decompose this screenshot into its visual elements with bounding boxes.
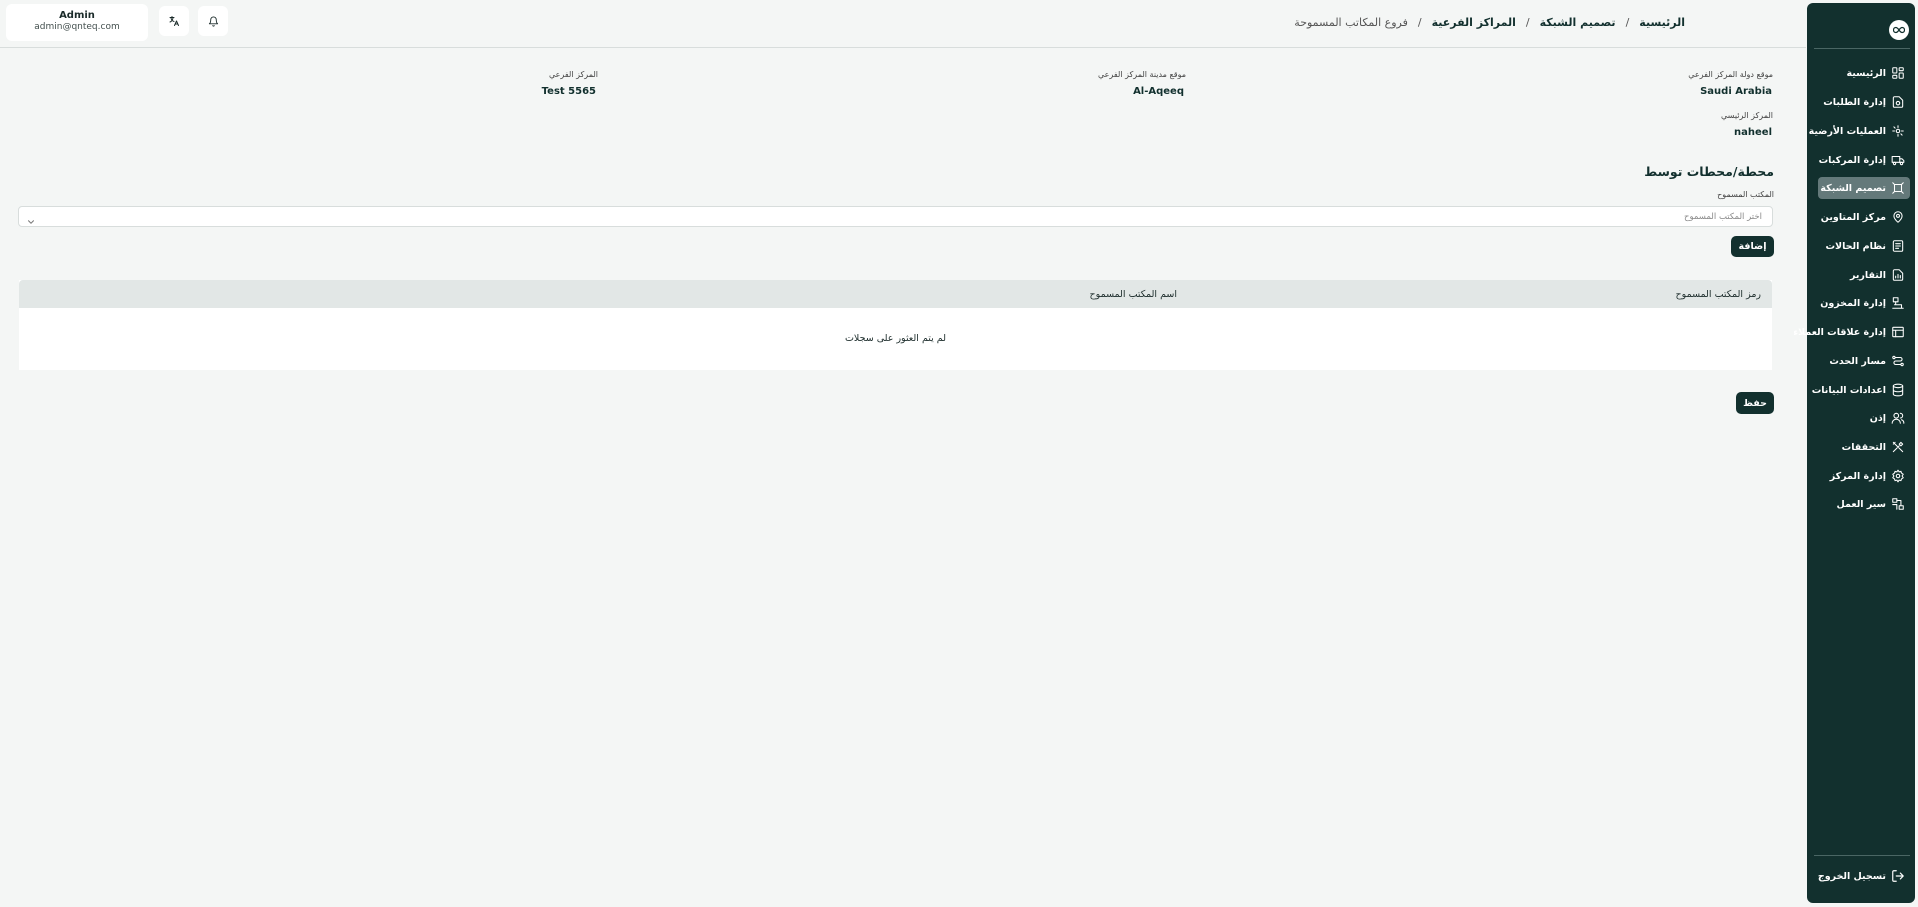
- orders-icon: [1891, 95, 1905, 109]
- translate-icon: [168, 12, 180, 31]
- column-office-name: اسم المكتب المسموح: [1089, 289, 1177, 300]
- truck-icon: [1891, 153, 1905, 167]
- sidebar-item-11[interactable]: مسار الحدث: [1818, 350, 1910, 372]
- crm-icon: [1891, 325, 1905, 339]
- route-icon: [1891, 354, 1905, 368]
- sidebar-item-label: إدارة الطلبات: [1823, 96, 1886, 108]
- allowed-offices-table: رمز المكتب المسموح اسم المكتب المسموح لم…: [19, 280, 1772, 370]
- section-title: محطة/محطات توسط: [1644, 164, 1774, 179]
- breadcrumb-separator: /: [1525, 16, 1530, 29]
- workflow-icon: [1891, 497, 1905, 511]
- notifications-button[interactable]: [198, 6, 228, 36]
- logout-button[interactable]: تسجيل الخروج: [1818, 865, 1910, 887]
- ground-ops-icon: [1891, 124, 1905, 138]
- sidebar-item-label: التحققات: [1841, 441, 1886, 453]
- inventory-icon: [1891, 296, 1905, 310]
- breadcrumb-separator: /: [1625, 16, 1630, 29]
- sidebar-item-label: إدارة المركز: [1829, 470, 1886, 482]
- dashboard-icon: [1891, 66, 1905, 80]
- main-center-value: naheel: [1734, 127, 1772, 138]
- sidebar-item-label: الرئيسية: [1846, 67, 1886, 79]
- sidebar-item-15[interactable]: إدارة المركز: [1818, 465, 1910, 487]
- sidebar-item-13[interactable]: إذن: [1818, 407, 1910, 429]
- select-placeholder: اختر المكتب المسموح: [1684, 212, 1762, 222]
- sidebar-item-5[interactable]: تصميم الشبكة: [1818, 177, 1910, 199]
- breadcrumb-current: فروع المكاتب المسموحة: [1294, 16, 1408, 29]
- top-bar: Admin admin@qnteq.com الرئيسية / تصميم ا…: [0, 0, 1806, 48]
- tools-icon: [1891, 440, 1905, 454]
- sidebar-item-16[interactable]: سير العمل: [1818, 493, 1910, 515]
- logout-label: تسجيل الخروج: [1817, 870, 1886, 882]
- sidebar: الرئيسية إدارة الطلبات العمليات الأرضية إدا…: [1793, 3, 1915, 903]
- user-email: admin@qnteq.com: [34, 22, 120, 32]
- country-value: Saudi Arabia: [1700, 86, 1772, 97]
- database-icon: [1891, 383, 1905, 397]
- user-card[interactable]: Admin admin@qnteq.com: [6, 4, 148, 41]
- sidebar-item-label: إدارة المركبات: [1818, 154, 1886, 166]
- chevron-down-icon: [26, 212, 36, 224]
- sidebar-item-3[interactable]: العمليات الأرضية: [1809, 120, 1910, 142]
- breadcrumb-separator: /: [1417, 16, 1422, 29]
- logo: [1889, 20, 1909, 40]
- sidebar-item-9[interactable]: إدارة المخزون: [1818, 292, 1910, 314]
- location-pin-icon: [1891, 210, 1905, 224]
- sidebar-item-12[interactable]: اعدادات البيانات: [1812, 379, 1910, 401]
- country-label: موقع دولة المركز الفرعي: [1688, 70, 1773, 79]
- sidebar-item-6[interactable]: مركز المتاوين: [1818, 206, 1910, 228]
- breadcrumb: الرئيسية / تصميم الشبكة / المراكز الفرعي…: [1294, 16, 1685, 29]
- sidebar-item-label: اعدادات البيانات: [1811, 384, 1886, 396]
- add-button[interactable]: إضافة: [1731, 236, 1774, 257]
- sidebar-divider: [1814, 855, 1910, 856]
- city-label: موقع مدينة المركز الفرعي: [1097, 70, 1186, 79]
- sidebar-item-label: سير العمل: [1836, 498, 1886, 510]
- user-name: Admin: [59, 10, 95, 21]
- city-value: Al-Aqeeq: [1133, 86, 1184, 97]
- sidebar-item-label: إدارة المخزون: [1820, 297, 1886, 309]
- center-settings-icon: [1891, 469, 1905, 483]
- status-system-icon: [1891, 239, 1905, 253]
- sidebar-item-label: نظام الحالات: [1825, 240, 1886, 252]
- sidebar-item-label: تصميم الشبكة: [1820, 182, 1886, 194]
- bell-icon: [208, 12, 219, 31]
- breadcrumb-network-design[interactable]: تصميم الشبكة: [1540, 16, 1616, 29]
- sidebar-item-8[interactable]: التقارير: [1818, 264, 1910, 286]
- main-center-label: المركز الرئيسي: [1721, 111, 1773, 120]
- breadcrumb-home[interactable]: الرئيسية: [1639, 16, 1685, 29]
- save-button[interactable]: حفظ: [1736, 392, 1774, 414]
- sidebar-divider: [1814, 48, 1910, 49]
- network-icon: [1891, 181, 1905, 195]
- sidebar-item-4[interactable]: إدارة المركبات: [1818, 149, 1910, 171]
- breadcrumb-branch-centers[interactable]: المراكز الفرعية: [1432, 16, 1516, 29]
- sidebar-item-label: مركز المتاوين: [1820, 211, 1886, 223]
- empty-message: لم يتم العثور على سجلات: [844, 333, 947, 344]
- sidebar-item-7[interactable]: نظام الحالات: [1818, 235, 1910, 257]
- sidebar-item-2[interactable]: إدارة الطلبات: [1818, 91, 1910, 113]
- sidebar-item-label: مسار الحدث: [1829, 355, 1886, 367]
- column-office-code: رمز المكتب المسموح: [1675, 289, 1761, 300]
- branch-value: Test 5565: [541, 86, 596, 97]
- allowed-office-label: المكتب المسموح: [1717, 190, 1774, 199]
- table-header: رمز المكتب المسموح اسم المكتب المسموح: [19, 280, 1772, 308]
- sidebar-item-10[interactable]: إدارة علاقات العملاء: [1793, 321, 1910, 343]
- reports-icon: [1891, 268, 1905, 282]
- users-icon: [1891, 411, 1905, 425]
- logout-icon: [1891, 869, 1905, 883]
- sidebar-item-label: إذن: [1869, 412, 1886, 424]
- sidebar-item-label: العمليات الأرضية: [1808, 125, 1886, 137]
- sidebar-item-14[interactable]: التحققات: [1818, 436, 1910, 458]
- branch-label: المركز الفرعي: [548, 70, 598, 79]
- allowed-office-select[interactable]: اختر المكتب المسموح: [18, 206, 1773, 227]
- sidebar-item-label: التقارير: [1849, 269, 1886, 281]
- sidebar-item-label: إدارة علاقات العملاء: [1793, 326, 1886, 338]
- sidebar-item-1[interactable]: الرئيسية: [1818, 62, 1910, 84]
- language-button[interactable]: [159, 6, 189, 36]
